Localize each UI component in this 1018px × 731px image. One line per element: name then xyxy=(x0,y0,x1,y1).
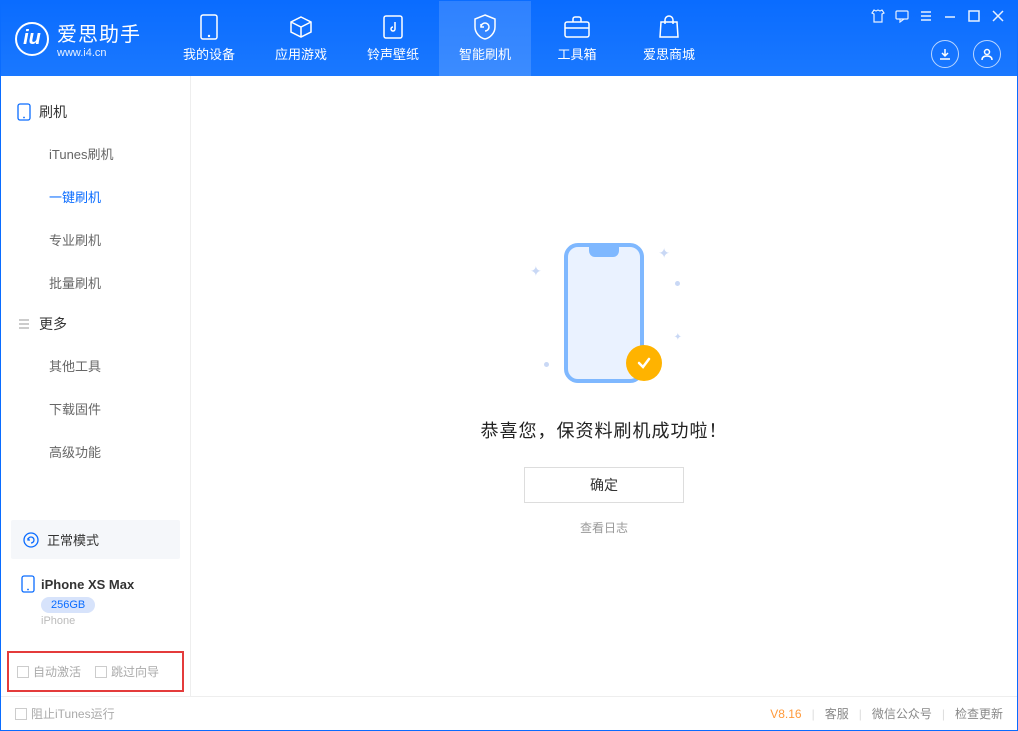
success-message: 恭喜您，保资料刷机成功啦！ xyxy=(481,417,728,443)
user-button[interactable] xyxy=(973,40,1001,68)
shield-refresh-icon xyxy=(473,14,497,40)
tab-smart-flash[interactable]: 智能刷机 xyxy=(439,1,531,76)
tab-store[interactable]: 爱思商城 xyxy=(623,1,715,76)
ok-button[interactable]: 确定 xyxy=(524,467,684,503)
window-controls xyxy=(869,7,1007,25)
sidebar-item-download-firmware[interactable]: 下载固件 xyxy=(1,387,190,430)
footer-right: V8.16 | 客服 | 微信公众号 | 检查更新 xyxy=(770,705,1003,722)
success-illustration: ✦ ✦ ✦ xyxy=(524,237,684,397)
dot-icon xyxy=(675,281,680,286)
dot-icon xyxy=(544,362,549,367)
logo-icon: iu xyxy=(15,22,49,56)
close-button[interactable] xyxy=(989,7,1007,25)
logo-text: 爱思助手 www.i4.cn xyxy=(57,18,141,59)
app-window: iu 爱思助手 www.i4.cn 我的设备 应用游戏 xyxy=(0,0,1018,731)
sidebar: 刷机 iTunes刷机 一键刷机 专业刷机 批量刷机 更多 其他工具 下载固件 … xyxy=(1,76,191,696)
sidebar-scroll: 刷机 iTunes刷机 一键刷机 专业刷机 批量刷机 更多 其他工具 下载固件 … xyxy=(1,76,190,514)
device-icon xyxy=(17,103,31,121)
header-actions xyxy=(931,40,1001,68)
main-content: ✦ ✦ ✦ 恭喜您，保资料刷机成功啦！ 确定 查看日志 xyxy=(191,76,1017,696)
version-label: V8.16 xyxy=(770,707,801,721)
sidebar-group-flash: 刷机 xyxy=(1,92,190,132)
brand-name: 爱思助手 xyxy=(57,18,141,47)
group-title: 更多 xyxy=(39,314,67,334)
sidebar-group-more: 更多 xyxy=(1,304,190,344)
tab-label: 工具箱 xyxy=(557,44,596,63)
top-tabs: 我的设备 应用游戏 铃声壁纸 智能刷机 xyxy=(163,1,715,76)
device-mode-status[interactable]: 正常模式 xyxy=(11,520,180,559)
sidebar-item-one-click-flash[interactable]: 一键刷机 xyxy=(1,175,190,218)
feedback-icon[interactable] xyxy=(893,7,911,25)
phone-notch xyxy=(589,247,619,257)
tab-apps-games[interactable]: 应用游戏 xyxy=(255,1,347,76)
separator: | xyxy=(812,707,815,721)
device-info[interactable]: iPhone XS Max 256GB iPhone xyxy=(11,565,180,637)
download-button[interactable] xyxy=(931,40,959,68)
refresh-icon xyxy=(23,532,39,548)
checkbox-auto-activate[interactable]: 自动激活 xyxy=(17,663,81,680)
checkbox-label: 自动激活 xyxy=(33,663,81,680)
checkbox-icon xyxy=(17,666,29,678)
bag-icon xyxy=(658,14,680,40)
briefcase-icon xyxy=(564,14,590,40)
list-icon xyxy=(17,317,31,331)
device-capacity-badge: 256GB xyxy=(41,597,95,613)
minimize-button[interactable] xyxy=(941,7,959,25)
tab-label: 应用游戏 xyxy=(275,44,327,63)
brand-url: www.i4.cn xyxy=(57,47,141,59)
wechat-link[interactable]: 微信公众号 xyxy=(872,705,932,722)
device-type: iPhone xyxy=(41,615,170,627)
sidebar-item-pro-flash[interactable]: 专业刷机 xyxy=(1,218,190,261)
checkbox-skip-guide[interactable]: 跳过向导 xyxy=(95,663,159,680)
separator: | xyxy=(859,707,862,721)
success-check-icon xyxy=(626,345,662,381)
tab-label: 智能刷机 xyxy=(459,44,511,63)
checkbox-icon xyxy=(95,666,107,678)
tab-ring-wall[interactable]: 铃声壁纸 xyxy=(347,1,439,76)
sidebar-item-batch-flash[interactable]: 批量刷机 xyxy=(1,261,190,304)
maximize-button[interactable] xyxy=(965,7,983,25)
tab-label: 爱思商城 xyxy=(643,44,695,63)
sidebar-item-advanced[interactable]: 高级功能 xyxy=(1,430,190,473)
view-log-link[interactable]: 查看日志 xyxy=(580,519,628,536)
sparkle-icon: ✦ xyxy=(658,245,670,262)
logo: iu 爱思助手 www.i4.cn xyxy=(1,18,155,59)
music-file-icon xyxy=(383,14,403,40)
shirt-icon[interactable] xyxy=(869,7,887,25)
mode-label: 正常模式 xyxy=(47,530,99,549)
separator: | xyxy=(942,707,945,721)
header: iu 爱思助手 www.i4.cn 我的设备 应用游戏 xyxy=(1,1,1017,76)
tab-my-device[interactable]: 我的设备 xyxy=(163,1,255,76)
group-title: 刷机 xyxy=(39,102,67,122)
flash-options-highlighted: 自动激活 跳过向导 xyxy=(7,651,184,692)
tab-label: 我的设备 xyxy=(183,44,235,63)
tab-label: 铃声壁纸 xyxy=(367,44,419,63)
tab-toolbox[interactable]: 工具箱 xyxy=(531,1,623,76)
phone-small-icon xyxy=(21,575,35,593)
checkbox-label: 跳过向导 xyxy=(111,663,159,680)
checkbox-label: 阻止iTunes运行 xyxy=(31,705,115,722)
body: 刷机 iTunes刷机 一键刷机 专业刷机 批量刷机 更多 其他工具 下载固件 … xyxy=(1,76,1017,696)
cube-icon xyxy=(289,14,313,40)
sidebar-item-other-tools[interactable]: 其他工具 xyxy=(1,344,190,387)
checkbox-block-itunes[interactable]: 阻止iTunes运行 xyxy=(15,705,115,722)
footer: 阻止iTunes运行 V8.16 | 客服 | 微信公众号 | 检查更新 xyxy=(1,696,1017,730)
sparkle-icon: ✦ xyxy=(530,263,542,280)
check-update-link[interactable]: 检查更新 xyxy=(955,705,1003,722)
checkbox-icon xyxy=(15,708,27,720)
support-link[interactable]: 客服 xyxy=(825,705,849,722)
phone-icon xyxy=(200,14,218,40)
device-name: iPhone XS Max xyxy=(41,577,134,592)
sidebar-item-itunes-flash[interactable]: iTunes刷机 xyxy=(1,132,190,175)
sparkle-icon: ✦ xyxy=(674,332,682,343)
menu-icon[interactable] xyxy=(917,7,935,25)
